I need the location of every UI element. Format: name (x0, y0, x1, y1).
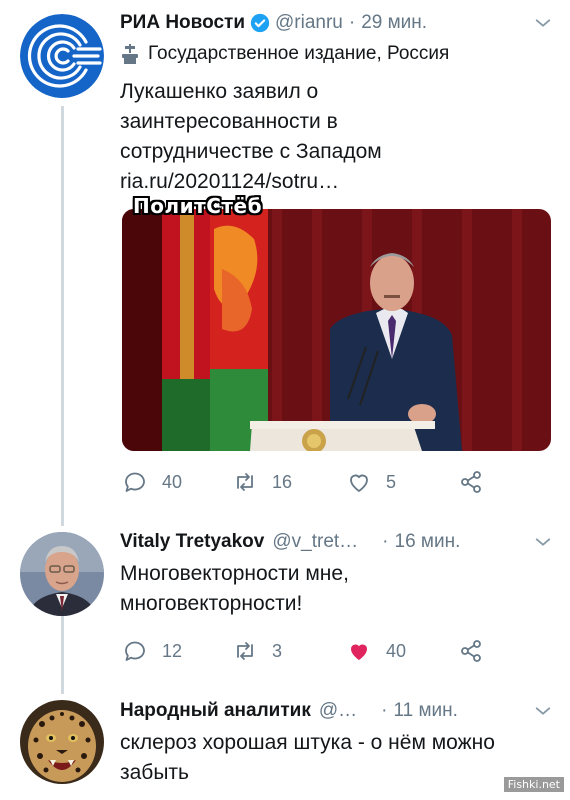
reply-icon (125, 641, 145, 661)
tweet-actions: 40 16 5 (122, 469, 492, 499)
tweet-media-image[interactable] (122, 209, 551, 451)
separator: · (348, 12, 356, 33)
separator: · (381, 700, 388, 721)
verified-badge-icon (250, 13, 270, 33)
handle[interactable]: @… (319, 700, 357, 722)
display-name[interactable]: Народный аналитик (120, 700, 311, 722)
thread-line (61, 106, 64, 526)
like-count: 40 (386, 640, 407, 661)
tweet-text: Лукашенко заявил о заинтересованности в … (120, 80, 382, 163)
retweet-button[interactable]: 16 (232, 469, 292, 495)
share-icon (461, 471, 481, 493)
retweet-count: 16 (272, 471, 293, 492)
tweet-header: Народный аналитик @… · 11 мин. (120, 700, 552, 722)
retweet-icon (237, 473, 253, 491)
avatar-ria[interactable] (20, 14, 104, 98)
timestamp[interactable]: 11 мин. (393, 700, 457, 722)
site-watermark: Fishki.net (503, 777, 564, 792)
heart-icon (351, 644, 367, 660)
tweet-header: Vitaly Tretyakov @v_tret… · 16 мин. (120, 531, 552, 553)
chevron-down-icon[interactable] (534, 533, 552, 551)
tweet-text: склероз хорошая штука - о нём можно забы… (120, 731, 495, 784)
retweet-button[interactable]: 3 (232, 638, 282, 664)
display-name[interactable]: РИА Новости (120, 12, 245, 34)
like-count: 5 (386, 471, 397, 492)
handle[interactable]: @rianru (275, 12, 343, 34)
timestamp[interactable]: 29 мин. (361, 12, 427, 34)
reply-count: 40 (162, 471, 183, 492)
avatar-analyst[interactable] (20, 700, 104, 784)
state-media-text: Государственное издание, Россия (148, 43, 450, 64)
reply-count: 12 (162, 640, 183, 661)
timestamp[interactable]: 16 мин. (395, 531, 461, 553)
tweet-vitaly: Vitaly Tretyakov @v_tret… · 16 мин. Мног… (120, 531, 552, 619)
podium-icon (120, 43, 140, 65)
reply-button[interactable]: 40 (122, 469, 182, 495)
retweet-icon (237, 642, 253, 660)
state-media-label[interactable]: Государственное издание, Россия (120, 43, 552, 65)
share-button[interactable] (458, 638, 498, 664)
tweet-analyst: Народный аналитик @… · 11 мин. склероз х… (120, 700, 552, 788)
tweet-text: Многовекторности мне, многовекторности! (120, 562, 349, 615)
share-button[interactable] (458, 469, 498, 495)
chevron-down-icon[interactable] (534, 702, 552, 720)
share-icon (461, 640, 481, 662)
avatar-vitaly[interactable] (20, 532, 104, 616)
heart-icon (350, 474, 368, 492)
like-button[interactable]: 40 (346, 638, 406, 664)
like-button[interactable]: 5 (346, 469, 396, 495)
tweet-ria: РИА Новости @rianru · 29 мин. Государств… (120, 12, 552, 197)
reply-button[interactable]: 12 (122, 638, 182, 664)
retweet-count: 3 (272, 640, 283, 661)
display-name[interactable]: Vitaly Tretyakov (120, 531, 264, 553)
tweet-link[interactable]: ria.ru/20201124/sotru… (120, 167, 552, 197)
chevron-down-icon[interactable] (534, 14, 552, 32)
reply-icon (125, 472, 145, 492)
tweet-header: РИА Новости @rianru · 29 мин. (120, 12, 552, 34)
media-overlay-text: ПолитСтёб (133, 194, 263, 218)
separator: · (382, 531, 389, 552)
handle[interactable]: @v_tret… (272, 531, 358, 553)
tweet-actions: 12 3 40 (122, 638, 492, 668)
